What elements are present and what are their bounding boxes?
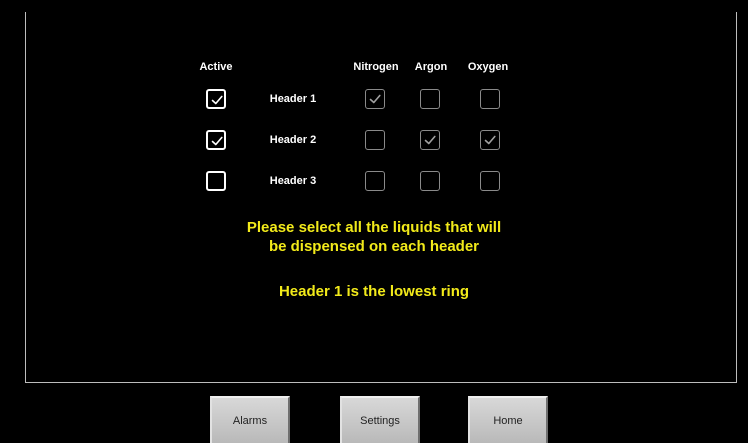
instruction-note: Header 1 is the lowest ring <box>278 283 470 300</box>
column-header-nitrogen: Nitrogen <box>353 61 399 73</box>
row-label-header-1: Header 1 <box>269 93 317 105</box>
checkbox-oxygen-header-3[interactable] <box>480 171 500 191</box>
settings-button[interactable]: Settings <box>340 396 420 443</box>
checkbox-oxygen-header-2[interactable] <box>480 130 500 150</box>
instruction-line-2: be dispensed on each header <box>268 238 480 255</box>
checkbox-active-header-2[interactable] <box>206 130 226 150</box>
row-label-header-2: Header 2 <box>269 134 317 146</box>
checkbox-argon-header-3[interactable] <box>420 171 440 191</box>
checkbox-argon-header-1[interactable] <box>420 89 440 109</box>
checkbox-active-header-3[interactable] <box>206 171 226 191</box>
home-button[interactable]: Home <box>468 396 548 443</box>
screen: Active Nitrogen Argon Oxygen Header 1 He… <box>0 0 748 443</box>
alarms-button[interactable]: Alarms <box>210 396 290 443</box>
column-header-active: Active <box>199 61 233 73</box>
checkbox-active-header-1[interactable] <box>206 89 226 109</box>
row-label-header-3: Header 3 <box>269 175 317 187</box>
instruction-line-1: Please select all the liquids that will <box>246 219 502 236</box>
checkbox-oxygen-header-1[interactable] <box>480 89 500 109</box>
checkbox-nitrogen-header-3[interactable] <box>365 171 385 191</box>
checkbox-argon-header-2[interactable] <box>420 130 440 150</box>
checkbox-nitrogen-header-2[interactable] <box>365 130 385 150</box>
column-header-oxygen: Oxygen <box>467 61 509 73</box>
column-header-argon: Argon <box>414 61 448 73</box>
checkbox-nitrogen-header-1[interactable] <box>365 89 385 109</box>
